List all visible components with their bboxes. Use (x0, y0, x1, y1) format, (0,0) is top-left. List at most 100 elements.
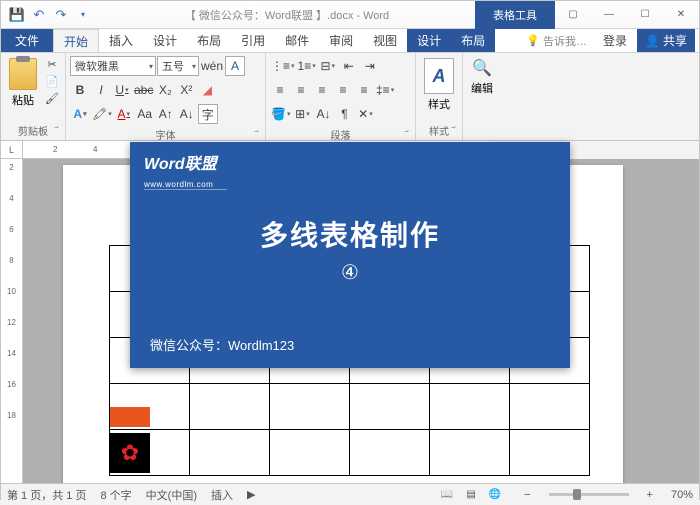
tab-table-design[interactable]: 设计 (407, 29, 451, 52)
status-words[interactable]: 8 个字 (100, 487, 131, 503)
close-icon[interactable]: ✕ (663, 1, 699, 29)
undo-icon[interactable]: ↶ (29, 5, 49, 25)
group-editing: 🔍 编辑 编辑 (463, 53, 501, 140)
tab-table-layout[interactable]: 布局 (451, 29, 495, 52)
highlight-button[interactable]: 🖍▾ (91, 104, 113, 124)
overlay-url: www.wordlm.com (144, 180, 227, 190)
share-button[interactable]: 👤共享 (637, 29, 695, 52)
styles-button[interactable]: A 样式 (420, 56, 458, 114)
view-print-icon[interactable]: ▤ (460, 487, 482, 503)
status-insert-mode[interactable]: 插入 (211, 487, 233, 503)
phonetic-icon[interactable]: wén (200, 56, 224, 76)
table-tools-label: 表格工具 (475, 1, 555, 29)
show-marks-icon[interactable]: ¶ (334, 104, 354, 124)
char-border-icon[interactable]: A (225, 56, 245, 76)
underline-button[interactable]: U▾ (112, 80, 132, 100)
document-title: 【 微信公众号：Word联盟 】.docx - Word (99, 7, 475, 23)
zoom-out-button[interactable]: − (520, 489, 534, 501)
ruler-corner: L (1, 141, 23, 159)
superscript-button[interactable]: X² (176, 80, 196, 100)
enclose-char-icon[interactable]: 字 (198, 104, 218, 124)
font-size-select[interactable]: 五号 (157, 56, 199, 76)
ribbon-tabs: 文件 开始 插入 设计 布局 引用 邮件 审阅 视图 设计 布局 💡告诉我… 登… (1, 29, 699, 53)
tell-me-search[interactable]: 💡告诉我… (520, 33, 593, 49)
table-cell-image (110, 407, 150, 427)
group-label-styles: 样式 (420, 122, 458, 140)
shading-button[interactable]: 🪣▾ (270, 104, 291, 124)
minimize-icon[interactable]: — (591, 1, 627, 29)
group-font: 微软雅黑 五号 wén A B I U▾ abc X₂ X² ◢ A▾ 🖍▾ A… (66, 53, 266, 140)
find-icon: 🔍 (472, 58, 492, 78)
view-web-icon[interactable]: 🌐 (484, 487, 506, 503)
char-scale-button[interactable]: ✕▾ (355, 104, 375, 124)
tab-references[interactable]: 引用 (231, 29, 275, 52)
zoom-slider[interactable] (549, 493, 629, 496)
zoom-level[interactable]: 70% (671, 489, 693, 501)
login-button[interactable]: 登录 (595, 32, 635, 49)
tab-review[interactable]: 审阅 (319, 29, 363, 52)
tab-file[interactable]: 文件 (1, 29, 53, 52)
paste-button[interactable]: 粘贴 (5, 56, 41, 110)
font-name-select[interactable]: 微软雅黑 (70, 56, 156, 76)
group-paragraph: ⋮≡▾ 1≡▾ ⊟▾ ⇤ ⇥ ≡ ≡ ≡ ≡ ≡ ‡≡▾ 🪣▾ ⊞▾ A↓ ¶ … (266, 53, 416, 140)
numbering-button[interactable]: 1≡▾ (297, 56, 317, 76)
tab-design[interactable]: 设计 (143, 29, 187, 52)
grow-font-icon[interactable]: A↑ (156, 104, 176, 124)
format-painter-icon[interactable]: 🖌 (43, 90, 61, 106)
copy-icon[interactable]: 📄 (43, 73, 61, 89)
bold-button[interactable]: B (70, 80, 90, 100)
share-icon: 👤 (645, 34, 660, 48)
save-icon[interactable]: 💾 (7, 5, 27, 25)
ribbon-options-icon[interactable]: ▢ (555, 1, 591, 29)
overlay-footer: 微信公众号：Wordlm123 (150, 335, 294, 354)
sort-icon[interactable]: A↓ (313, 104, 333, 124)
font-color-button[interactable]: A▾ (114, 104, 134, 124)
view-read-icon[interactable]: 📖 (436, 487, 458, 503)
vertical-ruler[interactable]: 24681012141618 (1, 159, 23, 483)
quick-access-toolbar: 💾 ↶ ↷ ▾ (1, 5, 99, 25)
maximize-icon[interactable]: ☐ (627, 1, 663, 29)
tab-mailings[interactable]: 邮件 (275, 29, 319, 52)
status-language[interactable]: 中文(中国) (146, 487, 197, 503)
tab-layout[interactable]: 布局 (187, 29, 231, 52)
text-effects-button[interactable]: A▾ (70, 104, 90, 124)
change-case-button[interactable]: Aa (135, 104, 155, 124)
align-right-icon[interactable]: ≡ (312, 80, 332, 100)
tab-home[interactable]: 开始 (53, 29, 99, 52)
zoom-in-button[interactable]: + (643, 489, 657, 501)
borders-button[interactable]: ⊞▾ (292, 104, 312, 124)
group-styles: A 样式 样式 (416, 53, 463, 140)
multilevel-button[interactable]: ⊟▾ (318, 56, 338, 76)
overlay-logo: Word联盟 (130, 142, 570, 174)
redo-icon[interactable]: ↷ (51, 5, 71, 25)
qat-dropdown-icon[interactable]: ▾ (73, 5, 93, 25)
justify-icon[interactable]: ≡ (333, 80, 353, 100)
align-left-icon[interactable]: ≡ (270, 80, 290, 100)
bullets-button[interactable]: ⋮≡▾ (270, 56, 296, 76)
status-page[interactable]: 第 1 页，共 1 页 (7, 487, 86, 503)
align-center-icon[interactable]: ≡ (291, 80, 311, 100)
tab-view[interactable]: 视图 (363, 29, 407, 52)
overlay-number: ④ (130, 260, 570, 285)
overlay-title: 多线表格制作 (130, 214, 570, 254)
status-macro-icon[interactable]: ▶ (247, 488, 255, 501)
tab-insert[interactable]: 插入 (99, 29, 143, 52)
increase-indent-icon[interactable]: ⇥ (360, 56, 380, 76)
editing-button[interactable]: 🔍 编辑 (467, 56, 497, 98)
strike-button[interactable]: abc (133, 80, 154, 100)
subscript-button[interactable]: X₂ (155, 80, 175, 100)
line-spacing-button[interactable]: ‡≡▾ (375, 80, 395, 100)
distributed-icon[interactable]: ≡ (354, 80, 374, 100)
window-controls: ▢ — ☐ ✕ (555, 1, 699, 29)
title-bar: 💾 ↶ ↷ ▾ 【 微信公众号：Word联盟 】.docx - Word 表格工… (1, 1, 699, 29)
decrease-indent-icon[interactable]: ⇤ (339, 56, 359, 76)
status-bar: 第 1 页，共 1 页 8 个字 中文(中国) 插入 ▶ 📖 ▤ 🌐 − + 7… (1, 483, 699, 505)
cut-icon[interactable]: ✂ (43, 56, 61, 72)
shrink-font-icon[interactable]: A↓ (177, 104, 197, 124)
view-switcher: 📖 ▤ 🌐 (436, 487, 506, 503)
clear-format-icon[interactable]: ◢ (197, 80, 217, 100)
clipboard-icon (9, 58, 37, 90)
styles-icon: A (424, 58, 454, 94)
group-clipboard: 粘贴 ✂ 📄 🖌 剪贴板 (1, 53, 66, 140)
italic-button[interactable]: I (91, 80, 111, 100)
